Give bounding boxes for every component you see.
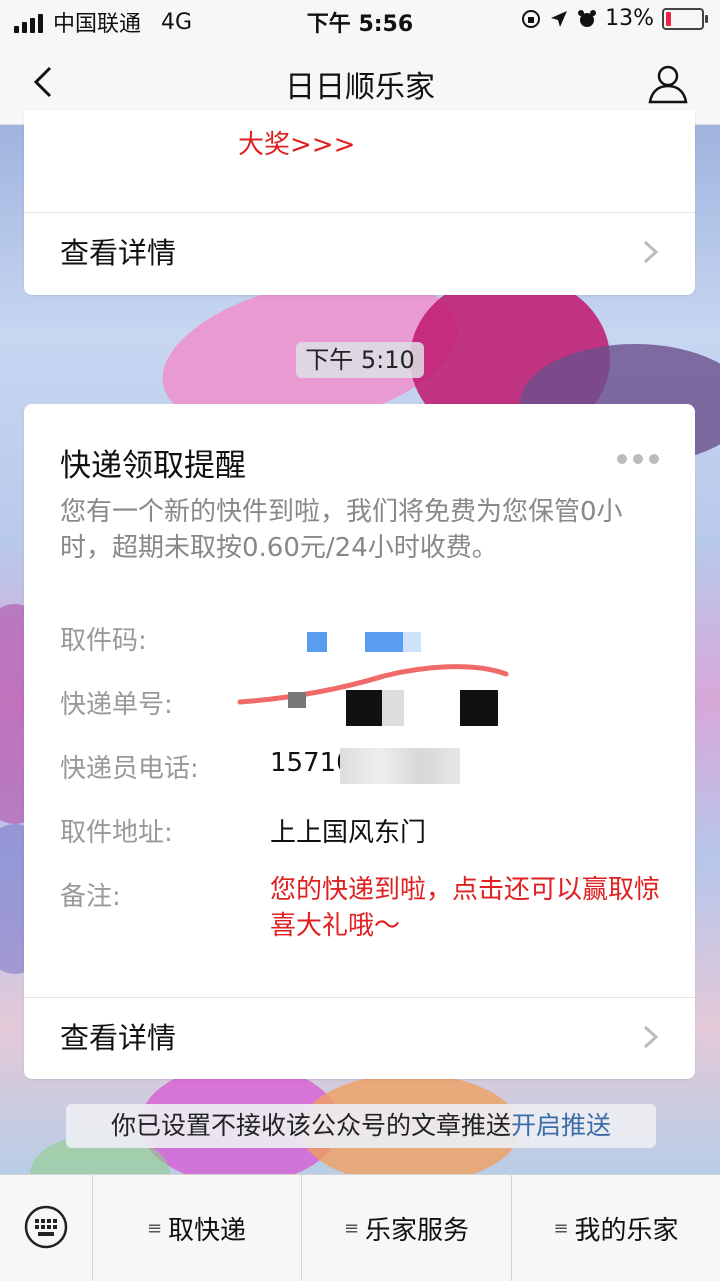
- more-options-icon[interactable]: [617, 454, 659, 464]
- tracking-number-label: 快递单号:: [60, 690, 173, 720]
- view-details-label: 查看详情: [60, 1021, 177, 1055]
- battery-percent: 13%: [605, 6, 654, 31]
- menu-list-icon: ≡: [343, 1217, 360, 1239]
- orientation-lock-icon: [522, 9, 541, 28]
- bottom-menu-bar: ≡ 取快递 ≡ 乐家服务 ≡ 我的乐家: [0, 1174, 720, 1281]
- message-timestamp: 下午 5:10: [296, 342, 424, 378]
- tracking-number-redacted: [288, 692, 306, 708]
- previous-message-card[interactable]: 大奖>>> 查看详情: [24, 110, 695, 295]
- menu-lejia-service[interactable]: ≡ 乐家服务: [302, 1175, 512, 1281]
- award-link-text[interactable]: 大奖>>>: [238, 124, 355, 161]
- menu-item-label: 乐家服务: [365, 1215, 470, 1246]
- keyboard-icon: [24, 1205, 68, 1249]
- tracking-number-redacted: [382, 690, 404, 726]
- chevron-right-icon: [643, 1025, 659, 1049]
- status-bar: 中国联通 4G 下午 5:56 13%: [0, 0, 720, 40]
- menu-item-label: 取快递: [168, 1215, 247, 1246]
- push-notice-text: 你已设置不接收该公众号的文章推送: [110, 1111, 511, 1140]
- location-icon: [551, 10, 568, 27]
- menu-list-icon: ≡: [146, 1217, 163, 1239]
- menu-item-label: 我的乐家: [574, 1215, 679, 1246]
- page-title: 日日顺乐家: [285, 70, 435, 105]
- enable-push-link[interactable]: 开启推送: [511, 1111, 611, 1140]
- pickup-code-redacted: [365, 632, 403, 652]
- card-title: 快递领取提醒: [60, 448, 246, 484]
- pickup-notice-card[interactable]: 快递领取提醒 您有一个新的快件到啦，我们将免费为您保管0小时，超期未取按0.60…: [24, 404, 695, 1079]
- menu-list-icon: ≡: [553, 1217, 569, 1239]
- alarm-icon: [578, 9, 597, 27]
- pickup-address-label: 取件地址:: [60, 818, 173, 848]
- battery-icon: [662, 7, 708, 30]
- pickup-address-value: 上上国风东门: [270, 818, 427, 848]
- view-details-row[interactable]: 查看详情: [24, 212, 695, 292]
- user-profile-icon[interactable]: [646, 62, 690, 106]
- pickup-code-redacted: [403, 632, 421, 652]
- chevron-right-icon: [643, 240, 659, 264]
- view-details-label: 查看详情: [60, 236, 177, 270]
- pickup-code-label: 取件码:: [60, 626, 147, 656]
- view-details-row[interactable]: 查看详情: [24, 997, 695, 1077]
- pickup-code-redacted: [307, 632, 327, 652]
- courier-phone-redacted: [340, 748, 460, 784]
- courier-phone-label: 快递员电话:: [60, 754, 199, 784]
- push-disabled-notice: 你已设置不接收该公众号的文章推送开启推送: [66, 1104, 656, 1148]
- card-description: 您有一个新的快件到啦，我们将免费为您保管0小时，超期未取按0.60元/24小时收…: [60, 497, 623, 563]
- remark-label: 备注:: [60, 882, 121, 912]
- tracking-number-redacted: [346, 690, 382, 726]
- menu-my-lejia[interactable]: ≡ 我的乐家: [512, 1175, 720, 1281]
- tracking-number-redacted: [460, 690, 498, 726]
- remark-value: 您的快递到啦，点击还可以赢取惊喜大礼哦～: [270, 875, 661, 941]
- keyboard-toggle-button[interactable]: [0, 1175, 93, 1281]
- menu-pickup-express[interactable]: ≡ 取快递: [92, 1175, 302, 1281]
